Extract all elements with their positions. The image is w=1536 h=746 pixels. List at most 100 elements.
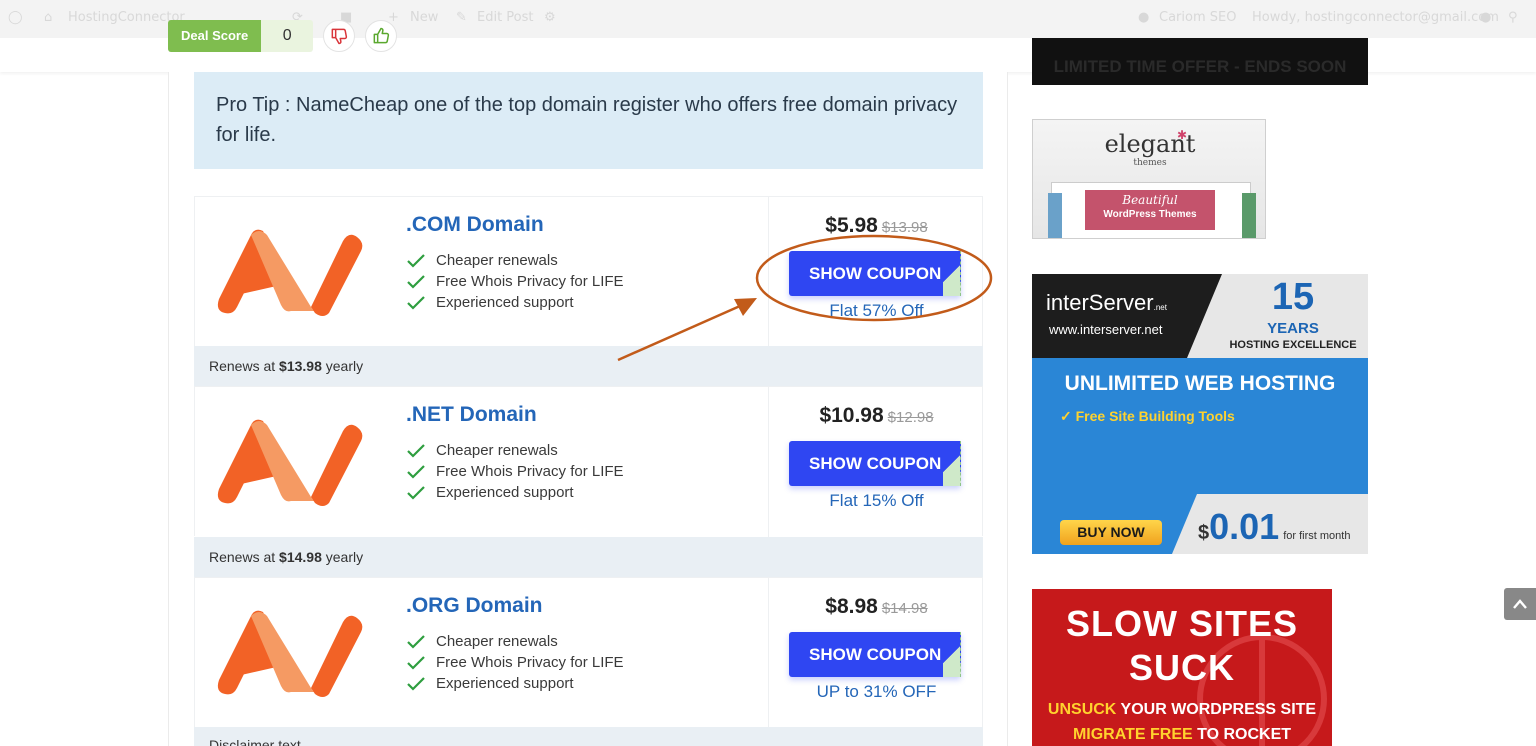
- admin-new-link[interactable]: New: [410, 10, 438, 25]
- price-currency: $: [1198, 522, 1210, 544]
- list-item: Free Whois Privacy for LIFE: [406, 652, 624, 673]
- admin-seo-link[interactable]: Cariom SEO: [1159, 10, 1236, 25]
- feature-text: Experienced support: [436, 675, 574, 692]
- annotation-highlight: [617, 234, 993, 362]
- list-item: Experienced support: [406, 292, 624, 313]
- feature-text: Cheaper renewals: [436, 633, 558, 650]
- edit-icon[interactable]: ✎: [456, 10, 467, 25]
- home-icon[interactable]: ⌂: [44, 10, 52, 25]
- thumbs-down-icon: [331, 28, 348, 45]
- feature-list: Cheaper renewals Free Whois Privacy for …: [406, 631, 624, 694]
- wordpress-icon[interactable]: ◯: [8, 10, 23, 25]
- list-item: Free Whois Privacy for LIFE: [406, 461, 624, 482]
- check-icon: [406, 634, 428, 650]
- slow-line3-highlight: UNSUCK: [1047, 701, 1117, 718]
- ad-slow-sites[interactable]: SLOW SITES SUCK UNSUCK YOUR WORDPRESS SI…: [1032, 589, 1332, 746]
- disclaimer: Disclaimer text: [194, 727, 983, 746]
- check-icon: [406, 464, 428, 480]
- years-label: YEARS: [1267, 320, 1319, 337]
- renew-suffix: yearly: [325, 549, 364, 565]
- renew-info: Renews at $14.98 yearly: [194, 537, 983, 577]
- elegant-sub: themes: [1133, 158, 1167, 168]
- slow-line4-highlight: MIGRATE FREE: [1072, 726, 1193, 743]
- feature-text: Free Whois Privacy for LIFE: [436, 463, 624, 480]
- elegant-banner-line2: WordPress Themes: [1103, 209, 1197, 220]
- namecheap-logo-icon: [217, 419, 363, 506]
- coupon-peel-corner[interactable]: [943, 441, 961, 486]
- renew-suffix: yearly: [325, 358, 364, 374]
- interserver-url: www.interserver.net: [1049, 322, 1163, 337]
- pro-tip-box: Pro Tip : NameCheap one of the top domai…: [194, 72, 983, 169]
- offer-net-domain: .NET Domain Cheaper renewals Free Whois …: [194, 386, 984, 537]
- back-to-top-button[interactable]: [1504, 588, 1536, 620]
- highlight-ellipse: [755, 234, 993, 322]
- slow-line1: SLOW SITES: [1065, 603, 1298, 644]
- ad-interserver[interactable]: interServer.net www.interserver.net 15 Y…: [1032, 274, 1368, 554]
- buy-now-button[interactable]: BUY NOW: [1060, 520, 1162, 545]
- coupon-peel-corner[interactable]: [943, 632, 961, 677]
- feature-list: Cheaper renewals Free Whois Privacy for …: [406, 440, 624, 503]
- admin-howdy[interactable]: Howdy, hostingconnector@gmail.com: [1252, 10, 1499, 25]
- interserver-feature: ✓ Free Site Building Tools: [1060, 408, 1235, 425]
- check-icon: [406, 295, 428, 311]
- offer-org-domain: .ORG Domain Cheaper renewals Free Whois …: [194, 577, 983, 728]
- feature-text: Free Whois Privacy for LIFE: [436, 273, 624, 290]
- feature-text: Cheaper renewals: [436, 252, 558, 269]
- list-item: Cheaper renewals: [406, 250, 624, 271]
- ad-limited-offer[interactable]: LIMITED TIME OFFER - ENDS SOON: [1032, 38, 1368, 85]
- user-icon[interactable]: ●: [1480, 10, 1491, 25]
- interserver-headline: UNLIMITED WEB HOSTING: [1064, 372, 1336, 395]
- offer-title[interactable]: .COM Domain: [406, 213, 544, 237]
- feature-text: Free Whois Privacy for LIFE: [436, 654, 624, 671]
- asterisk-icon: ✱: [1177, 128, 1188, 142]
- slow-line3: UNSUCK YOUR WORDPRESS SITE: [1032, 701, 1332, 719]
- renew-prefix: Renews at: [209, 358, 276, 374]
- price-amount: 0.01: [1209, 506, 1280, 547]
- offer-discount: Flat 15% Off: [829, 491, 924, 510]
- check-icon: [406, 676, 428, 692]
- slow-line4-rest: TO ROCKET: [1197, 726, 1292, 743]
- offer-price: $8.98: [825, 595, 878, 618]
- list-item: Cheaper renewals: [406, 440, 624, 461]
- offer-title[interactable]: .NET Domain: [406, 403, 537, 427]
- interserver-brand-name: interServer: [1046, 290, 1154, 315]
- renew-amount: $13.98: [279, 358, 322, 374]
- settings-icon[interactable]: ⚙: [544, 10, 556, 25]
- feature-text: Experienced support: [436, 294, 574, 311]
- renew-prefix: Renews at: [209, 549, 276, 565]
- feature-text: Cheaper renewals: [436, 442, 558, 459]
- offer-price: $10.98: [819, 404, 884, 427]
- show-coupon-button[interactable]: SHOW COUPON: [789, 632, 961, 677]
- list-item: Experienced support: [406, 673, 624, 694]
- search-icon[interactable]: ⚲: [1508, 10, 1518, 25]
- offer-old-price: $14.98: [881, 600, 928, 617]
- offer-old-price: $12.98: [887, 409, 934, 426]
- slow-line4: MIGRATE FREE TO ROCKET: [1032, 726, 1332, 744]
- slow-line2: SUCK: [1128, 647, 1235, 688]
- list-item: Free Whois Privacy for LIFE: [406, 271, 624, 292]
- highlight-arrow: [617, 304, 741, 362]
- show-coupon-button[interactable]: SHOW COUPON: [789, 441, 961, 486]
- elegant-brand: elegant: [1104, 130, 1196, 158]
- hosting-excellence: HOSTING EXCELLENCE: [1229, 339, 1357, 351]
- elegant-banner-line1: Beautiful: [1122, 193, 1178, 207]
- interserver-brand: interServer.net: [1046, 290, 1167, 316]
- offer-title[interactable]: .ORG Domain: [406, 594, 543, 618]
- check-icon: [406, 485, 428, 501]
- years-number: 15: [1271, 276, 1315, 318]
- elegant-banner: Beautiful WordPress Themes: [1085, 190, 1215, 230]
- thumbs-down-button[interactable]: [323, 20, 356, 52]
- price-row: $10.98 $12.98: [769, 404, 984, 428]
- thumbs-up-button[interactable]: [365, 20, 398, 52]
- offer-discount: UP to 31% OFF: [816, 682, 937, 701]
- interserver-brand-suffix: .net: [1153, 303, 1167, 312]
- admin-edit-post-link[interactable]: Edit Post: [477, 10, 534, 25]
- slow-line3-rest: YOUR WORDPRESS SITE: [1120, 701, 1317, 718]
- thumbs-up-icon: [373, 27, 390, 44]
- feature-list: Cheaper renewals Free Whois Privacy for …: [406, 250, 624, 313]
- ad-elegant-themes[interactable]: elegant themes ✱ Beautiful WordPress The…: [1032, 119, 1266, 239]
- deal-score-label: Deal Score: [168, 20, 262, 52]
- deal-score-value: 0: [261, 20, 314, 52]
- seo-icon[interactable]: ●: [1138, 10, 1149, 25]
- feature-text: Experienced support: [436, 484, 574, 501]
